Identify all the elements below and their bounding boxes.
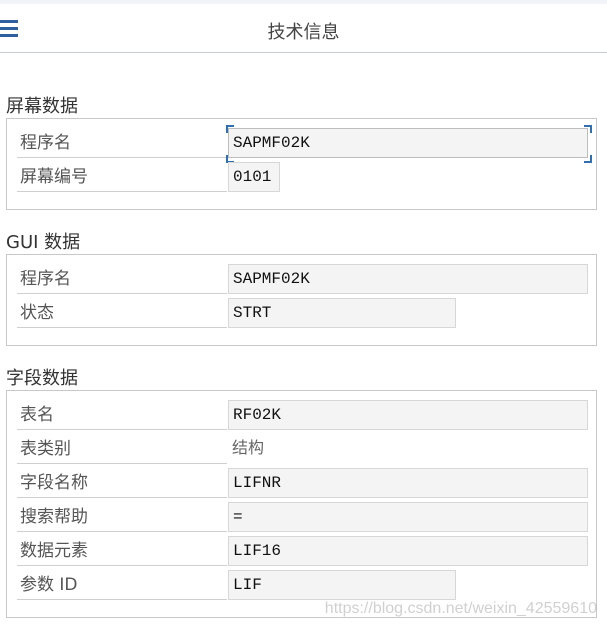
- gui-program-name-field[interactable]: SAPMF02K: [228, 264, 588, 294]
- field-name-field[interactable]: LIFNR: [228, 468, 588, 498]
- field-label: 程序名: [17, 128, 227, 158]
- program-name-field[interactable]: SAPMF02K: [228, 128, 588, 158]
- screen-number-field[interactable]: 0101: [228, 162, 280, 192]
- focus-corner: [584, 155, 592, 163]
- focus-corner: [226, 125, 234, 133]
- group-screen-data: 程序名 SAPMF02K 屏幕编号 0101: [6, 118, 597, 210]
- focus-corner: [584, 125, 592, 133]
- section-title-screen-data: 屏幕数据: [6, 96, 78, 117]
- group-field-data: 表名 RF02K 表类别 结构 字段名称 LIFNR 搜索帮助 = 数据元素 L…: [6, 390, 597, 618]
- field-label: 表类别: [17, 434, 227, 464]
- section-title-gui-data: GUI 数据: [6, 232, 81, 253]
- field-label: 状态: [17, 298, 227, 328]
- field-label: 屏幕编号: [17, 162, 227, 192]
- table-name-field[interactable]: RF02K: [228, 400, 588, 430]
- field-label: 字段名称: [17, 468, 227, 498]
- field-label: 表名: [17, 400, 227, 430]
- field-label: 数据元素: [17, 536, 227, 566]
- title-bar: 技术信息: [0, 4, 607, 53]
- field-label: 搜索帮助: [17, 502, 227, 532]
- search-help-field[interactable]: =: [228, 502, 588, 532]
- page-title: 技术信息: [267, 22, 340, 43]
- group-gui-data: 程序名 SAPMF02K 状态 STRT: [6, 254, 597, 346]
- field-label: 参数 ID: [17, 570, 227, 600]
- watermark: https://blog.csdn.net/weixin_42559610: [324, 600, 597, 617]
- table-category-value: 结构: [232, 438, 265, 457]
- data-element-field[interactable]: LIF16: [228, 536, 588, 566]
- status-field[interactable]: STRT: [228, 298, 456, 328]
- field-label: 程序名: [17, 264, 227, 294]
- section-title-field-data: 字段数据: [6, 368, 78, 389]
- parameter-id-field[interactable]: LIF: [228, 570, 456, 600]
